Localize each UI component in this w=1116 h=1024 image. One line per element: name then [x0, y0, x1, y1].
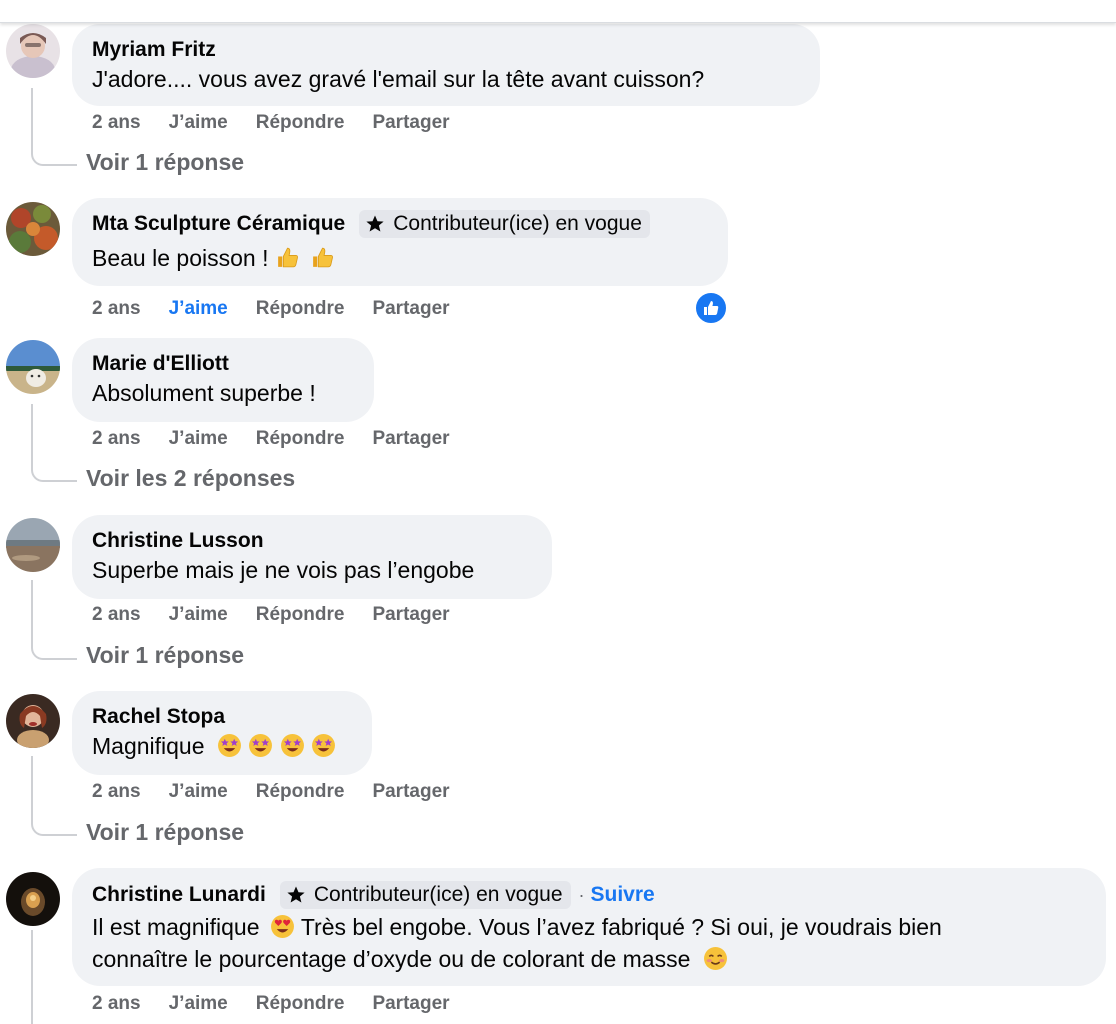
author-name[interactable]: Mta Sculpture Céramique: [92, 212, 345, 236]
share-button[interactable]: Partager: [372, 781, 449, 803]
thumbs-up-emoji: [313, 247, 334, 268]
comment-bubble: Marie d'Elliott Absolument superbe !: [72, 338, 374, 422]
comment-text-line2: connaître le pourcentage d’oxyde ou de c…: [92, 943, 1086, 975]
comment-text: Il est magnifique Très bel engobe. Vous …: [92, 911, 1086, 943]
thread-line: [31, 404, 77, 482]
timestamp-link[interactable]: 2 ans: [92, 781, 141, 803]
comment-bubble: Christine Lunardi Contributeur(ice) en v…: [72, 868, 1106, 986]
star-icon: [366, 215, 384, 231]
author-name[interactable]: Rachel Stopa: [92, 705, 225, 729]
share-button[interactable]: Partager: [372, 604, 449, 626]
comment-text: Beau le poisson !: [92, 242, 708, 274]
top-contributor-badge[interactable]: Contributeur(ice) en vogue: [279, 881, 571, 909]
thread-line: [31, 930, 77, 1024]
avatar[interactable]: [6, 518, 60, 572]
smiling-blush-emoji: [703, 947, 727, 970]
comment-text: Absolument superbe !: [92, 380, 316, 406]
thumbs-up-emoji: [277, 247, 298, 268]
comment-actions: 2 ans J’aime Répondre Partager: [92, 604, 478, 626]
share-button[interactable]: Partager: [372, 428, 449, 450]
comment-text: Magnifique: [92, 730, 352, 762]
timestamp-link[interactable]: 2 ans: [92, 298, 141, 320]
avatar[interactable]: [6, 340, 60, 394]
comment-text: Superbe mais je ne vois pas l’engobe: [92, 557, 475, 583]
reply-button[interactable]: Répondre: [256, 781, 345, 803]
avatar[interactable]: [6, 694, 60, 748]
comment-actions: 2 ans J’aime Répondre Partager: [92, 112, 478, 134]
star-struck-emoji: [217, 734, 241, 757]
comment-text: J'adore.... vous avez gravé l'email sur …: [92, 66, 705, 92]
star-struck-emoji: [312, 734, 336, 757]
separator-dot: ·: [578, 884, 585, 905]
thread-line: [31, 88, 77, 166]
avatar[interactable]: [6, 202, 60, 256]
author-name[interactable]: Christine Lunardi: [92, 883, 266, 907]
comment-actions: 2 ans J’aime Répondre Partager: [92, 781, 478, 803]
star-icon: [287, 886, 305, 902]
reply-button[interactable]: Répondre: [256, 112, 345, 134]
author-name[interactable]: Marie d'Elliott: [92, 352, 229, 376]
timestamp-link[interactable]: 2 ans: [92, 112, 141, 134]
like-button[interactable]: J’aime: [169, 428, 228, 450]
reply-button[interactable]: Répondre: [256, 993, 345, 1015]
like-button[interactable]: J’aime: [169, 298, 228, 320]
see-replies-link[interactable]: Voir les 2 réponses: [86, 465, 295, 492]
star-struck-emoji: [280, 734, 304, 757]
badge-label: Contributeur(ice) en vogue: [313, 882, 563, 906]
author-name[interactable]: Myriam Fritz: [92, 38, 216, 62]
share-button[interactable]: Partager: [372, 112, 449, 134]
comment-actions: 2 ans J’aime Répondre Partager: [92, 298, 478, 320]
comment-text-content: Magnifique: [92, 733, 205, 759]
thread-line: [31, 756, 77, 836]
like-button[interactable]: J’aime: [169, 781, 228, 803]
like-reaction-icon[interactable]: [694, 291, 728, 325]
comment-text-part: connaître le pourcentage d’oxyde ou de c…: [92, 946, 691, 972]
thread-line: [31, 580, 77, 660]
badge-label: Contributeur(ice) en vogue: [393, 211, 642, 235]
comment-bubble: Mta Sculpture Céramique Contributeur(ice…: [72, 198, 728, 286]
comment-bubble: Myriam Fritz J'adore.... vous avez gravé…: [72, 24, 820, 106]
comment-text-content: Beau le poisson !: [92, 245, 269, 271]
like-button[interactable]: J’aime: [169, 112, 228, 134]
avatar[interactable]: [6, 872, 60, 926]
follow-button[interactable]: Suivre: [591, 883, 655, 907]
timestamp-link[interactable]: 2 ans: [92, 428, 141, 450]
comment-actions: 2 ans J’aime Répondre Partager: [92, 428, 478, 450]
comment-bubble: Rachel Stopa Magnifique: [72, 691, 372, 775]
reply-button[interactable]: Répondre: [256, 298, 345, 320]
top-bar: [0, 0, 1116, 23]
comment-text-part: Il est magnifique: [92, 914, 260, 940]
comment-bubble: Christine Lusson Superbe mais je ne vois…: [72, 515, 552, 599]
see-replies-link[interactable]: Voir 1 réponse: [86, 149, 244, 176]
share-button[interactable]: Partager: [372, 298, 449, 320]
reply-button[interactable]: Répondre: [256, 428, 345, 450]
timestamp-link[interactable]: 2 ans: [92, 993, 141, 1015]
timestamp-link[interactable]: 2 ans: [92, 604, 141, 626]
comment-text-part: Très bel engobe. Vous l’avez fabriqué ? …: [300, 914, 942, 940]
like-button[interactable]: J’aime: [169, 993, 228, 1015]
comment-actions: 2 ans J’aime Répondre Partager: [92, 993, 478, 1015]
see-replies-link[interactable]: Voir 1 réponse: [86, 642, 244, 669]
top-contributor-badge[interactable]: Contributeur(ice) en vogue: [359, 210, 650, 238]
star-struck-emoji: [249, 734, 273, 757]
heart-eyes-emoji: [270, 915, 294, 938]
like-button[interactable]: J’aime: [169, 604, 228, 626]
avatar[interactable]: [6, 24, 60, 78]
reply-button[interactable]: Répondre: [256, 604, 345, 626]
author-name[interactable]: Christine Lusson: [92, 529, 264, 553]
share-button[interactable]: Partager: [372, 993, 449, 1015]
see-replies-link[interactable]: Voir 1 réponse: [86, 819, 244, 846]
